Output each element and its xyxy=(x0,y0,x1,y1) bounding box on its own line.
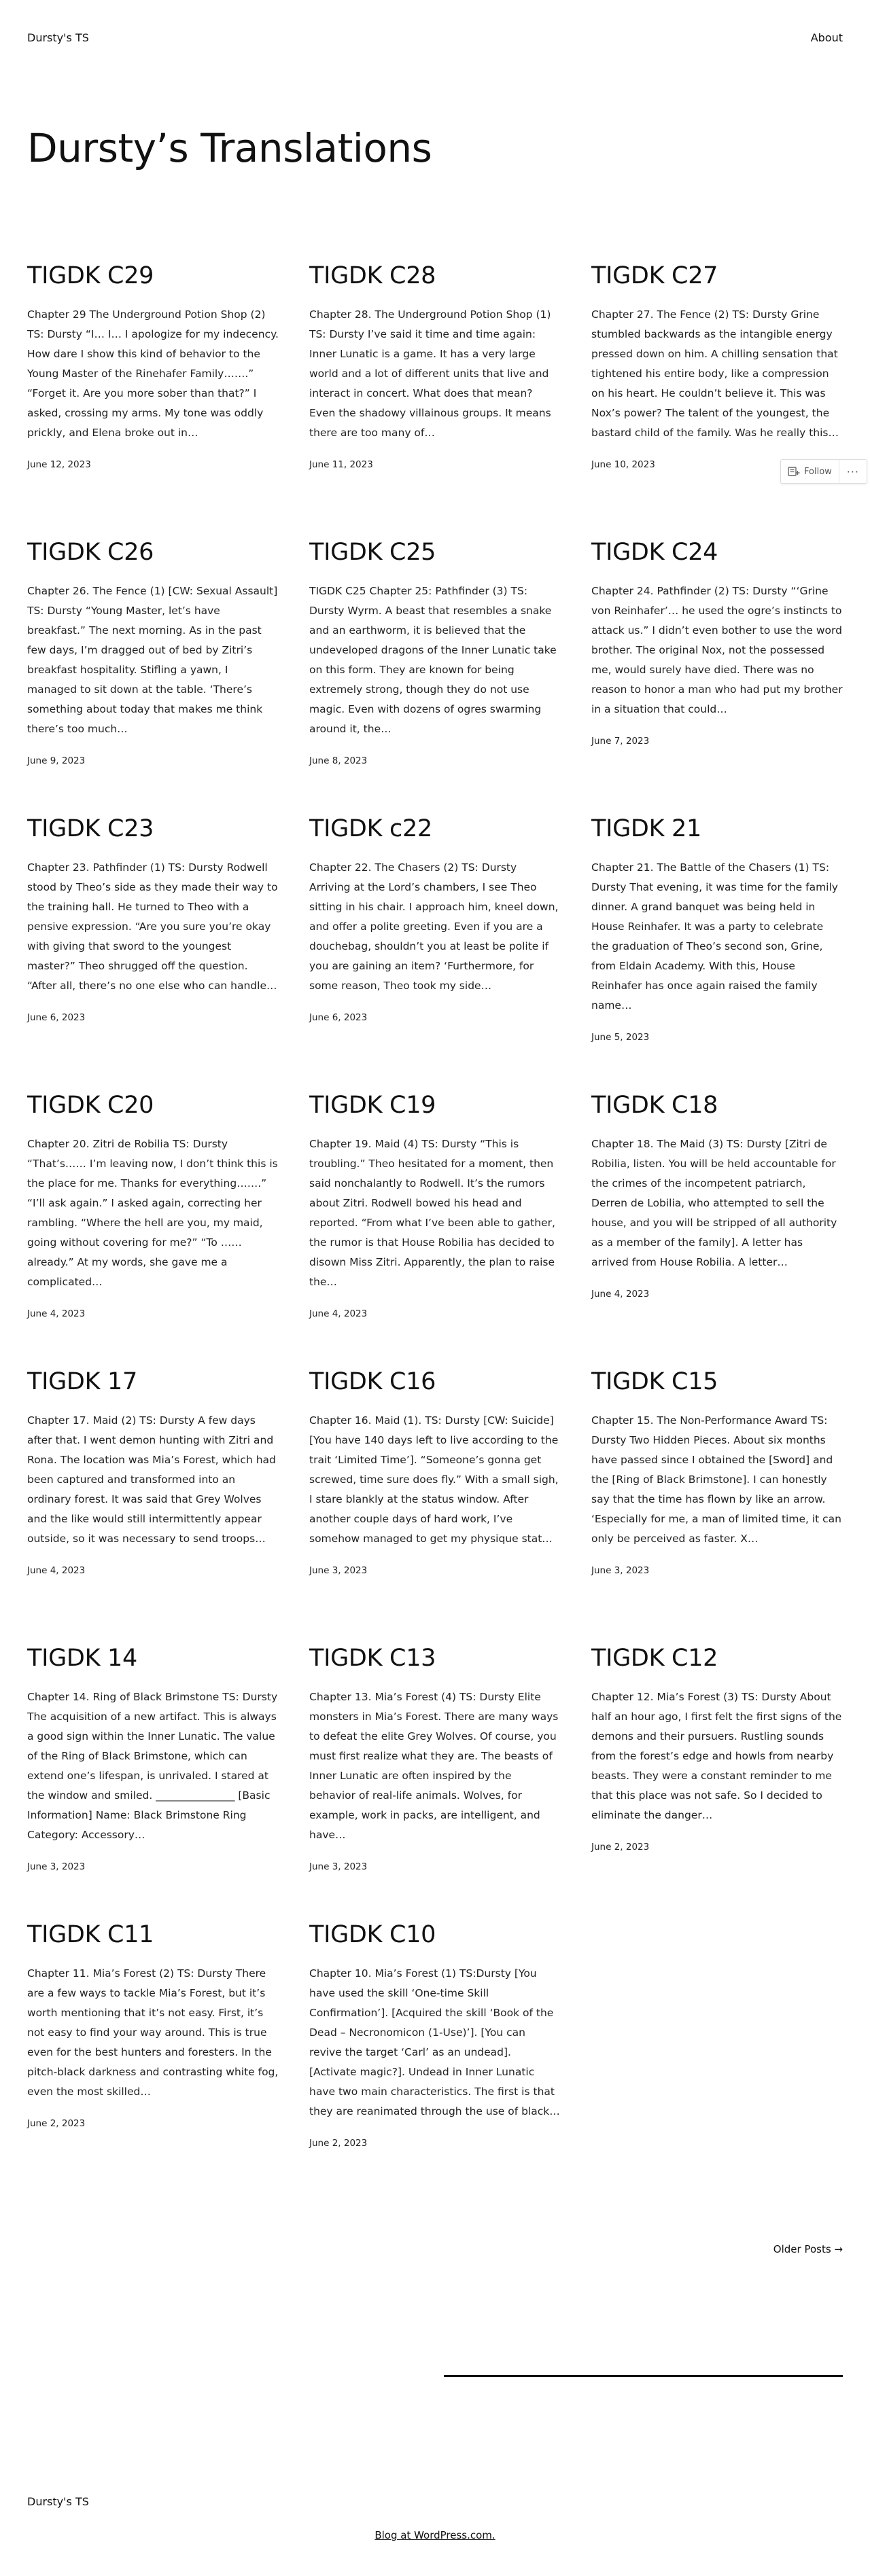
post-card: TIGDK C10 Chapter 10. Mia’s Forest (1) T… xyxy=(309,1920,561,2197)
post-date: June 2, 2023 xyxy=(591,1842,650,1853)
page-title: Dursty’s Translations xyxy=(27,125,432,171)
post-title-link[interactable]: TIGDK C19 xyxy=(309,1091,561,1120)
post-title-link[interactable]: TIGDK C20 xyxy=(27,1091,279,1120)
post-title-link[interactable]: TIGDK C13 xyxy=(309,1644,561,1672)
post-title-link[interactable]: TIGDK C12 xyxy=(591,1644,843,1672)
post-date: June 4, 2023 xyxy=(27,1565,86,1576)
post-title-link[interactable]: TIGDK C15 xyxy=(591,1367,843,1396)
post-card: TIGDK C19 Chapter 19. Maid (4) TS: Durst… xyxy=(309,1091,561,1367)
post-excerpt: Chapter 17. Maid (2) TS: Dursty A few da… xyxy=(27,1414,276,1545)
post-title-link[interactable]: TIGDK C16 xyxy=(309,1367,561,1396)
post-excerpt: Chapter 28. The Underground Potion Shop … xyxy=(309,308,551,439)
post-title-link[interactable]: TIGDK C24 xyxy=(591,538,843,567)
post-date: June 7, 2023 xyxy=(591,736,650,747)
post-date: June 4, 2023 xyxy=(27,1308,86,1319)
post-title-link[interactable]: TIGDK C28 xyxy=(309,262,561,290)
reader-follow-icon xyxy=(788,466,800,477)
post-excerpt: Chapter 16. Maid (1). TS: Dursty [CW: Su… xyxy=(309,1414,559,1545)
post-excerpt: Chapter 27. The Fence (2) TS: Dursty Gri… xyxy=(591,308,839,439)
post-title-link[interactable]: TIGDK 21 xyxy=(591,815,843,843)
site-title-link[interactable]: Dursty's TS xyxy=(27,31,89,44)
wordpress-credit-link[interactable]: Blog at WordPress.com. xyxy=(375,2529,495,2541)
post-card: TIGDK c22 Chapter 22. The Chasers (2) TS… xyxy=(309,815,561,1091)
post-date: June 6, 2023 xyxy=(27,1012,86,1023)
older-posts-link[interactable]: Older Posts → xyxy=(773,2243,843,2255)
post-excerpt: Chapter 15. The Non-Performance Award TS… xyxy=(591,1414,842,1545)
post-title-link[interactable]: TIGDK C26 xyxy=(27,538,279,567)
post-date: June 11, 2023 xyxy=(309,459,373,470)
posts-grid: TIGDK C29 Chapter 29 The Underground Pot… xyxy=(27,262,843,2197)
post-excerpt: Chapter 13. Mia’s Forest (4) TS: Dursty … xyxy=(309,1691,559,1841)
post-card: TIGDK C26 Chapter 26. The Fence (1) [CW:… xyxy=(27,538,279,815)
post-date: June 9, 2023 xyxy=(27,755,86,766)
post-excerpt: Chapter 26. The Fence (1) [CW: Sexual As… xyxy=(27,585,278,735)
post-date: June 2, 2023 xyxy=(309,2138,368,2149)
post-date: June 3, 2023 xyxy=(27,1861,86,1872)
post-excerpt: Chapter 21. The Battle of the Chasers (1… xyxy=(591,861,838,1012)
post-card: TIGDK C25 TIGDK C25 Chapter 25: Pathfind… xyxy=(309,538,561,815)
post-title-link[interactable]: TIGDK C23 xyxy=(27,815,279,843)
post-card: TIGDK C27 Chapter 27. The Fence (2) TS: … xyxy=(591,262,843,538)
post-card: TIGDK 14 Chapter 14. Ring of Black Brims… xyxy=(27,1644,279,1920)
post-title-link[interactable]: TIGDK C29 xyxy=(27,262,279,290)
footer-credit: Blog at WordPress.com. xyxy=(0,2529,870,2541)
post-card: TIGDK C24 Chapter 24. Pathfinder (2) TS:… xyxy=(591,538,843,815)
post-date: June 12, 2023 xyxy=(27,459,91,470)
footer-divider xyxy=(444,2375,843,2377)
post-card: TIGDK C12 Chapter 12. Mia’s Forest (3) T… xyxy=(591,1644,843,1920)
post-date: June 8, 2023 xyxy=(309,755,368,766)
post-card: TIGDK C15 Chapter 15. The Non-Performanc… xyxy=(591,1367,843,1644)
footer-site-title-link[interactable]: Dursty's TS xyxy=(27,2495,89,2508)
post-title-link[interactable]: TIGDK 17 xyxy=(27,1367,279,1396)
post-title-link[interactable]: TIGDK C25 xyxy=(309,538,561,567)
post-title-link[interactable]: TIGDK C18 xyxy=(591,1091,843,1120)
follow-widget: Follow ··· xyxy=(780,459,867,484)
post-title-link[interactable]: TIGDK 14 xyxy=(27,1644,279,1672)
post-date: June 3, 2023 xyxy=(309,1565,368,1576)
post-title-link[interactable]: TIGDK c22 xyxy=(309,815,561,843)
post-excerpt: Chapter 14. Ring of Black Brimstone TS: … xyxy=(27,1691,278,1841)
post-date: June 4, 2023 xyxy=(591,1289,650,1300)
post-card: TIGDK C20 Chapter 20. Zitri de Robilia T… xyxy=(27,1091,279,1367)
post-card: TIGDK C18 Chapter 18. The Maid (3) TS: D… xyxy=(591,1091,843,1367)
post-excerpt: Chapter 24. Pathfinder (2) TS: Dursty “‘… xyxy=(591,585,843,715)
post-date: June 6, 2023 xyxy=(309,1012,368,1023)
post-card: TIGDK C16 Chapter 16. Maid (1). TS: Durs… xyxy=(309,1367,561,1644)
post-card: TIGDK C29 Chapter 29 The Underground Pot… xyxy=(27,262,279,538)
post-card: TIGDK C13 Chapter 13. Mia’s Forest (4) T… xyxy=(309,1644,561,1920)
post-excerpt: Chapter 19. Maid (4) TS: Dursty “This is… xyxy=(309,1138,555,1288)
post-card: TIGDK 21 Chapter 21. The Battle of the C… xyxy=(591,815,843,1091)
follow-label: Follow xyxy=(804,466,832,477)
post-excerpt: Chapter 10. Mia’s Forest (1) TS:Dursty [… xyxy=(309,1967,560,2117)
post-excerpt: Chapter 23. Pathfinder (1) TS: Dursty Ro… xyxy=(27,861,278,992)
more-options-button[interactable]: ··· xyxy=(839,465,867,478)
post-title-link[interactable]: TIGDK C10 xyxy=(309,1920,561,1949)
post-date: June 3, 2023 xyxy=(591,1565,650,1576)
post-date: June 5, 2023 xyxy=(591,1032,650,1043)
post-excerpt: Chapter 11. Mia’s Forest (2) TS: Dursty … xyxy=(27,1967,279,2098)
post-card: TIGDK C11 Chapter 11. Mia’s Forest (2) T… xyxy=(27,1920,279,2197)
nav-about-link[interactable]: About xyxy=(811,31,843,44)
post-excerpt: Chapter 18. The Maid (3) TS: Dursty [Zit… xyxy=(591,1138,837,1268)
post-card: TIGDK 17 Chapter 17. Maid (2) TS: Dursty… xyxy=(27,1367,279,1644)
site-header: Dursty's TS About xyxy=(0,0,870,75)
post-date: June 4, 2023 xyxy=(309,1308,368,1319)
post-card: TIGDK C28 Chapter 28. The Underground Po… xyxy=(309,262,561,538)
post-excerpt: Chapter 29 The Underground Potion Shop (… xyxy=(27,308,279,439)
follow-button[interactable]: Follow xyxy=(781,460,839,483)
post-date: June 3, 2023 xyxy=(309,1861,368,1872)
post-title-link[interactable]: TIGDK C27 xyxy=(591,262,843,290)
post-excerpt: Chapter 12. Mia’s Forest (3) TS: Dursty … xyxy=(591,1691,842,1821)
post-title-link[interactable]: TIGDK C11 xyxy=(27,1920,279,1949)
post-excerpt: Chapter 22. The Chasers (2) TS: Dursty A… xyxy=(309,861,559,992)
post-date: June 2, 2023 xyxy=(27,2118,86,2129)
post-card: TIGDK C23 Chapter 23. Pathfinder (1) TS:… xyxy=(27,815,279,1091)
post-excerpt: TIGDK C25 Chapter 25: Pathfinder (3) TS:… xyxy=(309,585,557,735)
post-excerpt: Chapter 20. Zitri de Robilia TS: Dursty … xyxy=(27,1138,278,1288)
